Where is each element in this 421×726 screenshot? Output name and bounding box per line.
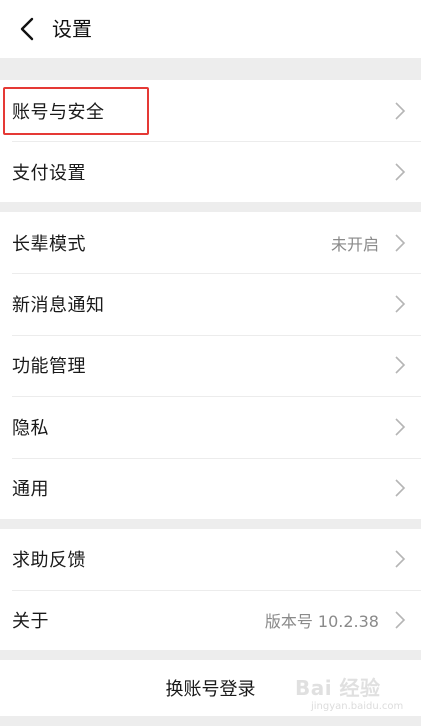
settings-item-label: 通用 bbox=[12, 479, 49, 501]
settings-item-privacy[interactable]: 隐私 bbox=[0, 396, 421, 457]
settings-item-general[interactable]: 通用 bbox=[0, 457, 421, 519]
about-group: 求助反馈 关于 版本号 10.2.38 bbox=[0, 529, 421, 650]
switch-account-label: 换账号登录 bbox=[165, 679, 256, 700]
chevron-right-icon bbox=[395, 550, 406, 568]
back-button[interactable] bbox=[12, 14, 42, 44]
chevron-right-icon bbox=[395, 418, 406, 436]
settings-item-label: 求助反馈 bbox=[12, 550, 86, 572]
chevron-left-icon bbox=[20, 17, 34, 41]
settings-screen: 设置 账号与安全 支付设置 长辈模式 未开启 新消息通知 功能管理 隐私 通用 … bbox=[0, 0, 421, 726]
account-group: 账号与安全 支付设置 bbox=[0, 80, 421, 202]
settings-item-label: 隐私 bbox=[12, 417, 49, 439]
settings-item-about[interactable]: 关于 版本号 10.2.38 bbox=[0, 589, 421, 651]
chevron-right-icon bbox=[395, 234, 406, 252]
general-group: 长辈模式 未开启 新消息通知 功能管理 隐私 通用 bbox=[0, 212, 421, 519]
settings-item-label: 关于 bbox=[12, 610, 49, 632]
chevron-right-icon bbox=[395, 479, 406, 497]
settings-item-payment[interactable]: 支付设置 bbox=[0, 141, 421, 202]
chevron-right-icon bbox=[395, 295, 406, 313]
settings-item-label: 功能管理 bbox=[12, 356, 86, 378]
chevron-right-icon bbox=[395, 102, 406, 120]
settings-item-features[interactable]: 功能管理 bbox=[0, 334, 421, 396]
chevron-right-icon bbox=[395, 356, 406, 375]
settings-item-help-feedback[interactable]: 求助反馈 bbox=[0, 529, 421, 590]
switch-account-button[interactable]: 换账号登录 bbox=[0, 660, 421, 716]
chevron-right-icon bbox=[395, 611, 406, 629]
settings-item-label: 支付设置 bbox=[12, 163, 86, 185]
settings-item-elder-mode[interactable]: 长辈模式 未开启 bbox=[0, 212, 421, 273]
version-number: 版本号 10.2.38 bbox=[264, 611, 379, 631]
chevron-right-icon bbox=[395, 163, 406, 181]
page-title: 设置 bbox=[52, 17, 92, 41]
elder-mode-status: 未开启 bbox=[330, 234, 379, 254]
settings-item-account-security[interactable]: 账号与安全 bbox=[0, 80, 421, 141]
settings-item-label: 长辈模式 bbox=[12, 233, 86, 255]
settings-item-label: 账号与安全 bbox=[12, 101, 105, 123]
settings-item-notifications[interactable]: 新消息通知 bbox=[0, 273, 421, 334]
settings-item-label: 新消息通知 bbox=[12, 295, 105, 317]
top-bar: 设置 bbox=[0, 0, 421, 58]
